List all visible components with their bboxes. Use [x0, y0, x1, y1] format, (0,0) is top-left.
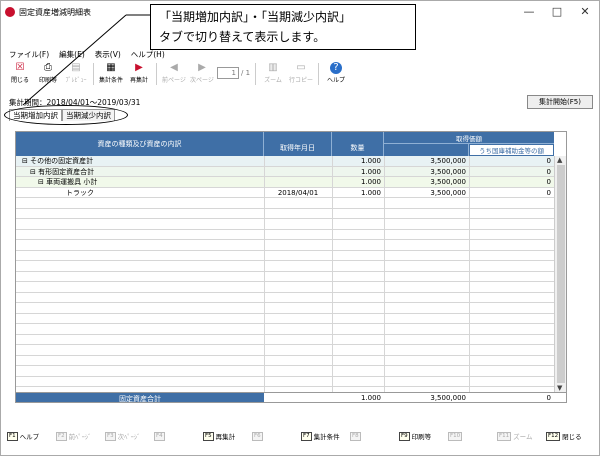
annotation-callout: 「当期増加内訳」・「当期減少内訳」 タブで切り替えて表示します。	[150, 4, 416, 50]
callout-line-1: 「当期増加内訳」・「当期減少内訳」	[159, 10, 352, 24]
callout-line-2: タブで切り替えて表示します。	[159, 30, 326, 44]
tab-highlight-ellipse	[4, 105, 128, 125]
callout-leader-line	[22, 14, 150, 106]
main-window: 固定資産増減明細表 — □ ✕ ファイル(F) 編集(E) 表示(V) ヘルプ(…	[0, 0, 600, 456]
